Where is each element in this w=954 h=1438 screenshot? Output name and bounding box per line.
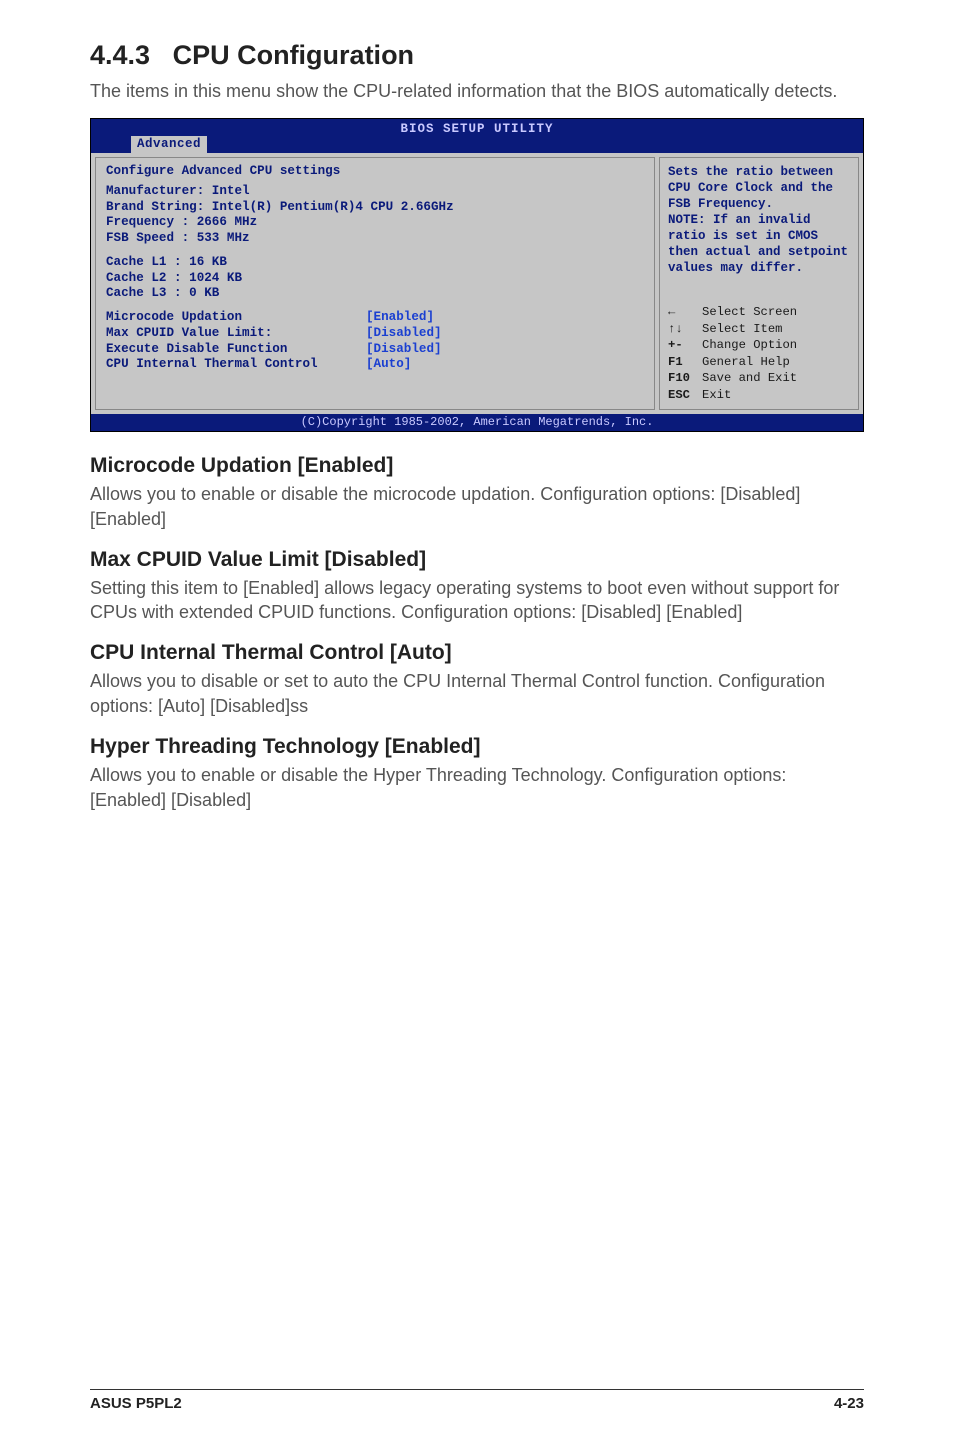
config-header: Configure Advanced CPU settings — [106, 164, 644, 180]
footer-page-number: 4-23 — [834, 1395, 864, 1412]
nav-select-item: ↑↓Select Item — [668, 321, 850, 337]
nav-label: Select Screen — [702, 304, 797, 320]
nav-key: F1 — [668, 354, 702, 370]
heading-thermal: CPU Internal Thermal Control [Auto] — [90, 641, 864, 665]
section-header: 4.4.3 CPU Configuration The items in thi… — [90, 40, 864, 104]
nav-key: ← — [668, 304, 702, 320]
text-hyperthreading: Allows you to enable or disable the Hype… — [90, 763, 864, 813]
nav-label: Change Option — [702, 337, 797, 353]
setting-thermal: CPU Internal Thermal Control [Auto] — [106, 357, 644, 373]
heading-cpuid: Max CPUID Value Limit [Disabled] — [90, 548, 864, 572]
nav-key: ↑↓ — [668, 321, 702, 337]
setting-value: [Auto] — [366, 357, 411, 373]
setting-microcode: Microcode Updation [Enabled] — [106, 310, 644, 326]
setting-label: Max CPUID Value Limit: — [106, 326, 366, 342]
bios-left-panel: Configure Advanced CPU settings Manufact… — [95, 157, 655, 410]
brand-line: Brand String: Intel(R) Pentium(R)4 CPU 2… — [106, 200, 644, 216]
text-thermal: Allows you to disable or set to auto the… — [90, 669, 864, 719]
cache-l2-line: Cache L2 : 1024 KB — [106, 271, 644, 287]
bios-body: Configure Advanced CPU settings Manufact… — [91, 153, 863, 414]
nav-label: Select Item — [702, 321, 782, 337]
nav-change-option: +-Change Option — [668, 337, 850, 353]
setting-value: [Disabled] — [366, 326, 442, 342]
page-footer: ASUS P5PL2 4-23 — [90, 1389, 864, 1412]
nav-key: +- — [668, 337, 702, 353]
nav-general-help: F1General Help — [668, 354, 850, 370]
setting-execute-disable: Execute Disable Function [Disabled] — [106, 342, 644, 358]
setting-label: Microcode Updation — [106, 310, 366, 326]
setting-label: Execute Disable Function — [106, 342, 366, 358]
footer-product: ASUS P5PL2 — [90, 1395, 182, 1412]
nav-key: F10 — [668, 370, 702, 386]
bios-titlebar: BIOS SETUP UTILITY Advanced — [91, 119, 863, 153]
cache-l1-line: Cache L1 : 16 KB — [106, 255, 644, 271]
setting-value: [Enabled] — [366, 310, 434, 326]
heading-microcode: Microcode Updation [Enabled] — [90, 454, 864, 478]
setting-cpuid: Max CPUID Value Limit: [Disabled] — [106, 326, 644, 342]
intro-text: The items in this menu show the CPU-rela… — [90, 79, 864, 104]
nav-label: General Help — [702, 354, 790, 370]
cache-l3-line: Cache L3 : 0 KB — [106, 286, 644, 302]
setting-value: [Disabled] — [366, 342, 442, 358]
nav-key: ESC — [668, 387, 702, 403]
help-text: Sets the ratio between CPU Core Clock an… — [668, 164, 850, 276]
bios-copyright: (C)Copyright 1985-2002, American Megatre… — [91, 414, 863, 431]
nav-exit: ESCExit — [668, 387, 850, 403]
nav-label: Save and Exit — [702, 370, 797, 386]
bios-tab-advanced: Advanced — [131, 136, 207, 154]
spacer — [106, 247, 644, 255]
bios-screenshot: BIOS SETUP UTILITY Advanced Configure Ad… — [90, 118, 864, 432]
nav-block: ←Select Screen ↑↓Select Item +-Change Op… — [668, 304, 850, 403]
frequency-line: Frequency : 2666 MHz — [106, 215, 644, 231]
fsb-line: FSB Speed : 533 MHz — [106, 231, 644, 247]
nav-select-screen: ←Select Screen — [668, 304, 850, 320]
section-number: 4.4.3 — [90, 40, 150, 70]
bios-title: BIOS SETUP UTILITY — [400, 122, 553, 136]
nav-label: Exit — [702, 387, 731, 403]
text-cpuid: Setting this item to [Enabled] allows le… — [90, 576, 864, 626]
text-microcode: Allows you to enable or disable the micr… — [90, 482, 864, 532]
heading-hyperthreading: Hyper Threading Technology [Enabled] — [90, 735, 864, 759]
spacer — [106, 302, 644, 310]
nav-save-exit: F10Save and Exit — [668, 370, 850, 386]
section-title: 4.4.3 CPU Configuration — [90, 40, 864, 71]
manufacturer-line: Manufacturer: Intel — [106, 184, 644, 200]
setting-label: CPU Internal Thermal Control — [106, 357, 366, 373]
section-name: CPU Configuration — [173, 40, 414, 70]
bios-right-panel: Sets the ratio between CPU Core Clock an… — [659, 157, 859, 410]
